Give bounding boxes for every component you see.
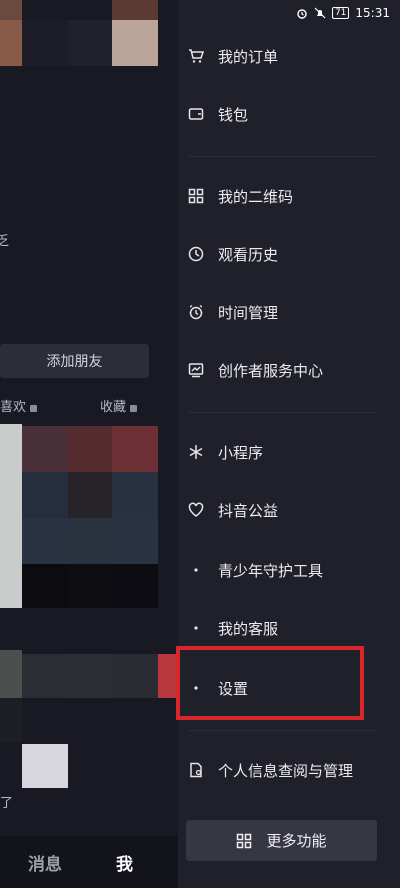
cart-icon	[188, 48, 204, 64]
menu-item-charity[interactable]: 抖音公益	[178, 490, 400, 530]
photo-tile	[68, 20, 112, 66]
menu-item-wallet[interactable]: 钱包	[178, 94, 400, 134]
photo-tile	[0, 20, 22, 66]
menu-item-watch-history[interactable]: 观看历史	[178, 234, 400, 274]
menu-item-label: 小程序	[218, 443, 264, 462]
menu-item-label: 我的客服	[218, 619, 279, 638]
video-thumbnail[interactable]	[112, 654, 158, 698]
menu-item-label: 我的订单	[218, 47, 279, 66]
tab-likes[interactable]: 喜欢	[0, 396, 38, 415]
menu-item-label: 钱包	[218, 105, 249, 124]
tab-likes-label: 喜欢	[0, 400, 27, 415]
photo-tile	[112, 20, 158, 66]
status-bar: 71 15:31	[296, 6, 390, 20]
video-thumbnail[interactable]	[22, 426, 68, 472]
clock-icon	[188, 246, 204, 262]
video-thumbnail[interactable]	[22, 472, 68, 518]
bottom-nav: 消息 我	[0, 836, 178, 888]
menu-item-mini-programs[interactable]: 小程序	[178, 432, 400, 472]
video-thumbnail[interactable]	[0, 424, 22, 608]
video-thumbnail[interactable]	[112, 518, 158, 564]
video-thumbnail[interactable]	[0, 698, 22, 742]
divider	[188, 730, 378, 731]
video-thumbnail[interactable]	[0, 650, 22, 698]
divider	[188, 156, 378, 157]
settings-highlight-box	[176, 646, 364, 720]
asterisk-icon	[188, 444, 204, 460]
menu-item-orders[interactable]: 我的订单	[178, 36, 400, 76]
add-friend-button[interactable]: 添加朋友	[0, 344, 149, 378]
menu-item-label: 个人信息查阅与管理	[218, 761, 354, 780]
tab-favorites[interactable]: 收藏	[100, 396, 138, 415]
menu-item-label: 青少年守护工具	[218, 561, 324, 580]
alarm-status-icon	[296, 7, 308, 19]
shield-icon	[188, 562, 204, 578]
add-friend-label: 添加朋友	[46, 354, 103, 370]
battery-icon: 71	[331, 7, 350, 19]
qr-code-icon	[188, 188, 204, 204]
heart-hands-icon	[188, 502, 204, 518]
menu-item-label: 观看历史	[218, 245, 279, 264]
document-icon	[188, 762, 204, 778]
video-thumbnail[interactable]	[68, 472, 112, 518]
menu-item-label: 时间管理	[218, 303, 279, 322]
clock-time: 15:31	[355, 6, 390, 20]
menu-item-label: 抖音公益	[218, 501, 279, 520]
video-thumbnail[interactable]	[68, 426, 112, 472]
video-thumbnail[interactable]	[112, 472, 158, 518]
menu-item-creator-center[interactable]: 创作者服务中心	[178, 350, 400, 390]
photo-tile	[0, 0, 22, 20]
more-features-label: 更多功能	[266, 832, 327, 850]
video-thumbnail[interactable]	[22, 518, 68, 564]
profile-background: 乏 添加朋友 喜欢 收藏 了 消息 我	[0, 0, 178, 888]
video-thumbnail[interactable]	[112, 564, 158, 608]
nav-messages[interactable]: 消息	[28, 850, 62, 875]
lock-icon	[130, 405, 138, 412]
headset-icon	[188, 620, 204, 636]
grid-icon	[236, 833, 252, 849]
menu-item-label: 我的二维码	[218, 187, 294, 206]
tab-favorites-label: 收藏	[100, 400, 127, 415]
partial-text: 了	[0, 796, 14, 811]
menu-item-personal-info[interactable]: 个人信息查阅与管理	[178, 750, 400, 790]
menu-item-qr-code[interactable]: 我的二维码	[178, 176, 400, 216]
photo-tile	[112, 0, 158, 20]
video-thumbnail[interactable]	[112, 426, 158, 472]
menu-item-customer-service[interactable]: 我的客服	[178, 608, 400, 648]
video-thumbnail[interactable]	[158, 654, 178, 698]
video-thumbnail[interactable]	[68, 654, 112, 698]
more-features-button[interactable]: 更多功能	[186, 820, 377, 861]
partial-text: 乏	[0, 234, 10, 249]
chart-icon	[188, 362, 204, 378]
video-thumbnail[interactable]	[22, 654, 68, 698]
menu-item-label: 创作者服务中心	[218, 361, 324, 380]
lock-icon	[30, 405, 38, 412]
menu-item-time-management[interactable]: 时间管理	[178, 292, 400, 332]
side-drawer: 71 15:31 我的订单 钱包 我的二维码 观看历史 时间管理 创作者服务中心…	[178, 0, 400, 888]
video-thumbnail[interactable]	[22, 744, 68, 788]
menu-item-youth-protection[interactable]: 青少年守护工具	[178, 550, 400, 590]
video-thumbnail[interactable]	[68, 564, 112, 608]
divider	[188, 412, 378, 413]
wallet-icon	[188, 106, 204, 122]
video-thumbnail[interactable]	[68, 518, 112, 564]
video-thumbnail[interactable]	[22, 564, 68, 608]
nav-me[interactable]: 我	[116, 850, 133, 875]
mute-icon	[314, 7, 326, 19]
alarm-icon	[188, 304, 204, 320]
photo-tile	[22, 20, 68, 66]
